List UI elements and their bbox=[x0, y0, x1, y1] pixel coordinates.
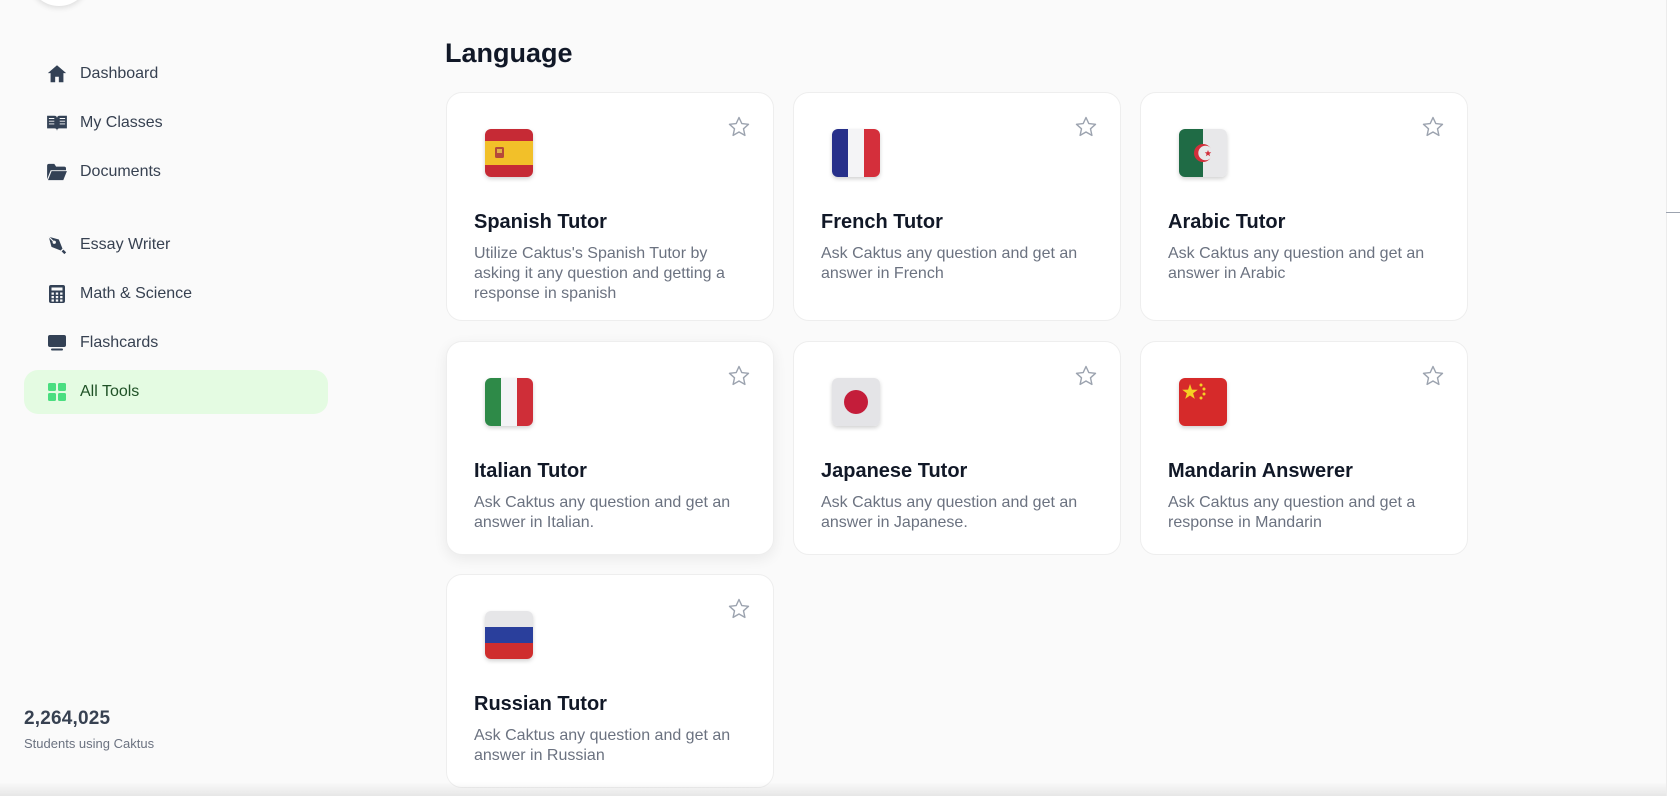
grid-icon bbox=[42, 383, 72, 401]
favorite-star-icon[interactable] bbox=[727, 115, 751, 144]
favorite-star-icon[interactable] bbox=[1421, 115, 1445, 144]
card-title: Japanese Tutor bbox=[821, 460, 968, 482]
sidebar-item-all-tools[interactable]: All Tools bbox=[24, 370, 328, 414]
tool-card-japanese-tutor[interactable]: Japanese Tutor Ask Caktus any question a… bbox=[793, 341, 1121, 555]
japan-flag-icon bbox=[832, 378, 880, 426]
sidebar: Dashboard My Classes Documents Essay Wri… bbox=[0, 0, 360, 796]
scrollbar-divider bbox=[1666, 212, 1680, 213]
france-flag-icon bbox=[832, 129, 880, 177]
folder-icon bbox=[42, 163, 72, 181]
flashcard-icon bbox=[42, 334, 72, 352]
sidebar-item-label: Essay Writer bbox=[80, 236, 171, 253]
sidebar-item-my-classes[interactable]: My Classes bbox=[24, 101, 328, 145]
card-title: Italian Tutor bbox=[474, 460, 587, 482]
sidebar-item-flashcards[interactable]: Flashcards bbox=[24, 321, 328, 365]
card-description: Ask Caktus any question and get an answe… bbox=[1168, 245, 1425, 282]
card-description: Ask Caktus any question and get an answe… bbox=[821, 245, 1078, 282]
sidebar-item-label: Dashboard bbox=[80, 65, 159, 82]
china-flag-icon bbox=[1179, 378, 1227, 426]
student-count-caption: Students using Caktus bbox=[24, 736, 155, 751]
avatar[interactable] bbox=[30, 0, 88, 6]
sidebar-item-label: Documents bbox=[80, 163, 161, 180]
sidebar-item-essay-writer[interactable]: Essay Writer bbox=[24, 223, 328, 267]
home-icon bbox=[42, 63, 72, 85]
tool-card-spanish-tutor[interactable]: Spanish Tutor Utilize Caktus's Spanish T… bbox=[446, 92, 774, 321]
sidebar-item-documents[interactable]: Documents bbox=[24, 150, 328, 194]
user-stats: 2,264,025 Students using Caktus bbox=[24, 708, 154, 751]
favorite-star-icon[interactable] bbox=[1074, 364, 1098, 393]
sidebar-item-math-science[interactable]: Math & Science bbox=[24, 272, 328, 316]
sidebar-item-label: Flashcards bbox=[80, 334, 159, 351]
favorite-star-icon[interactable] bbox=[1074, 115, 1098, 144]
italy-flag-icon bbox=[485, 378, 533, 426]
card-description: Utilize Caktus's Spanish Tutor by asking… bbox=[474, 245, 725, 302]
favorite-star-icon[interactable] bbox=[727, 597, 751, 626]
card-title: Spanish Tutor bbox=[474, 211, 607, 233]
tool-card-italian-tutor[interactable]: Italian Tutor Ask Caktus any question an… bbox=[446, 341, 774, 555]
favorite-star-icon[interactable] bbox=[1421, 364, 1445, 393]
card-description: Ask Caktus any question and get an answe… bbox=[474, 727, 731, 764]
calculator-icon bbox=[42, 285, 72, 303]
bottom-divider bbox=[0, 782, 1666, 796]
spain-flag-icon bbox=[485, 129, 533, 177]
book-icon bbox=[42, 114, 72, 132]
sidebar-item-label: All Tools bbox=[80, 383, 140, 400]
sidebar-item-label: My Classes bbox=[80, 114, 163, 131]
tool-card-french-tutor[interactable]: French Tutor Ask Caktus any question and… bbox=[793, 92, 1121, 321]
card-description: Ask Caktus any question and get an answe… bbox=[821, 494, 1078, 531]
tool-card-mandarin-answerer[interactable]: Mandarin Answerer Ask Caktus any questio… bbox=[1140, 341, 1468, 555]
favorite-star-icon[interactable] bbox=[727, 364, 751, 393]
app: Dashboard My Classes Documents Essay Wri… bbox=[0, 0, 1680, 796]
card-description: Ask Caktus any question and get a respon… bbox=[1168, 494, 1416, 531]
card-title: Mandarin Answerer bbox=[1168, 460, 1353, 482]
student-count: 2,264,025 bbox=[24, 708, 111, 729]
page-title: Language bbox=[445, 38, 573, 68]
algeria-flag-icon bbox=[1179, 129, 1227, 177]
card-title: French Tutor bbox=[821, 211, 943, 233]
sidebar-item-label: Math & Science bbox=[80, 285, 193, 302]
scrollbar[interactable] bbox=[1666, 0, 1680, 796]
tool-card-arabic-tutor[interactable]: Arabic Tutor Ask Caktus any question and… bbox=[1140, 92, 1468, 321]
card-title: Arabic Tutor bbox=[1168, 211, 1286, 233]
card-title: Russian Tutor bbox=[474, 693, 607, 715]
pen-icon bbox=[42, 234, 72, 256]
tool-card-russian-tutor[interactable]: Russian Tutor Ask Caktus any question an… bbox=[446, 574, 774, 788]
card-description: Ask Caktus any question and get an answe… bbox=[474, 494, 731, 531]
sidebar-item-dashboard[interactable]: Dashboard bbox=[24, 52, 328, 96]
russia-flag-icon bbox=[485, 611, 533, 659]
